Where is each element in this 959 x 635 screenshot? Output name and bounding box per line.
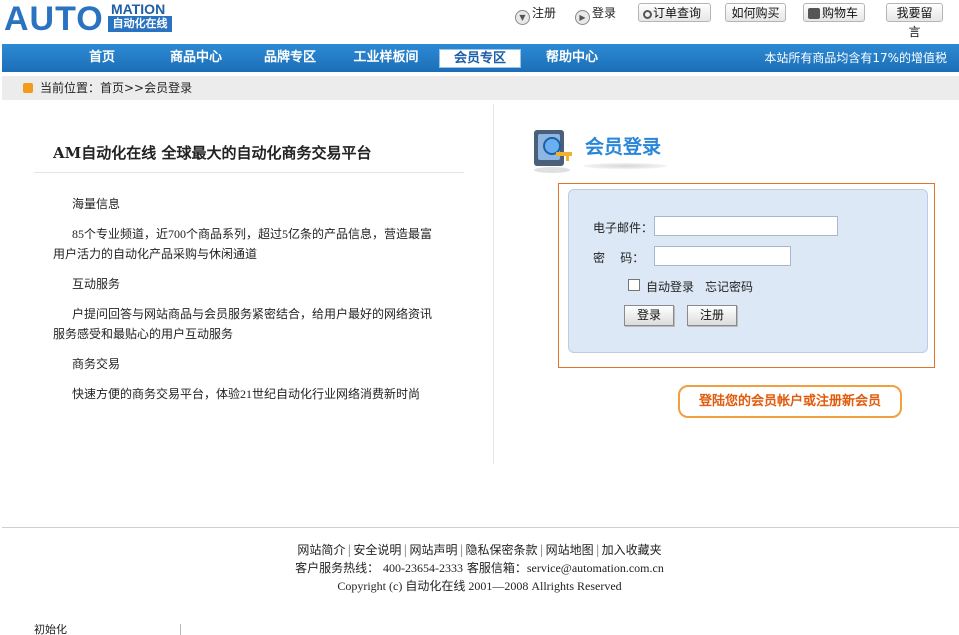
logo-main-text: AUTO	[4, 0, 104, 38]
login-link-label: 登录	[592, 6, 617, 20]
register-tip-button[interactable]: 登陆您的会员帐户或注册新会员	[678, 385, 902, 418]
arrow-down-icon: ▼	[515, 10, 530, 25]
footer-separator: |	[347, 543, 352, 557]
nav-item-products[interactable]: 商品中心	[164, 49, 228, 67]
nav-item-showroom[interactable]: 工业样板间	[346, 49, 426, 67]
footer-link-about[interactable]: 网站简介	[297, 543, 345, 557]
nav-item-help[interactable]: 帮助中心	[540, 49, 604, 67]
nav-item-home[interactable]: 首页	[82, 49, 122, 67]
section-body: 户提问回答与网站商品与会员服务紧密结合，给用户最好的网络资讯服务感受和最贴心的用…	[53, 307, 433, 341]
section-title: 商务交易	[72, 357, 121, 371]
nav-item-members[interactable]: 会员专区	[439, 49, 521, 68]
nav-item-brands[interactable]: 品牌专区	[258, 49, 322, 67]
title-shadow	[583, 163, 667, 169]
section-body: 85个专业频道，近700个商品系列，超过5亿条的产品信息，营造最富用户活力的自动…	[53, 227, 433, 261]
member-login-title: 会员登录	[585, 136, 662, 158]
password-label: 密 码：	[593, 251, 645, 265]
vat-notice: 本站所有商品均含有17%的增值税	[764, 51, 947, 65]
register-link[interactable]: ▼ 注册	[515, 4, 557, 25]
order-query-label: 订单查询	[653, 6, 702, 20]
logo-sub-text: MATION	[111, 1, 166, 17]
hotline-number: 400-23654-2333	[382, 561, 463, 575]
service-email[interactable]: service@automation.com.cn	[527, 561, 664, 575]
footer-separator: |	[595, 543, 600, 557]
footer-link-security[interactable]: 安全说明	[353, 543, 401, 557]
footer-links: 网站简介 | 安全说明 | 网站声明 | 隐私保密条款 | 网站地图 | 加入收藏夹	[0, 541, 959, 559]
how-to-buy-label: 如何购买	[731, 6, 780, 20]
login-panel	[568, 189, 928, 353]
logo-cn-text: 自动化在线	[108, 16, 172, 32]
member-key-icon	[530, 122, 576, 174]
register-link-label: 注册	[532, 6, 557, 20]
register-button[interactable]: 注册	[687, 305, 737, 326]
cropped-divider	[180, 624, 181, 635]
footer-divider	[2, 527, 959, 528]
arrow-right-icon: ▶	[575, 10, 590, 25]
intro-section: 互动服务 户提问回答与网站商品与会员服务紧密结合，给用户最好的网络资讯服务感受和…	[53, 274, 433, 344]
email-label: 电子邮件：	[593, 221, 654, 235]
footer-link-favorites[interactable]: 加入收藏夹	[602, 543, 662, 557]
auto-login-label: 自动登录	[646, 280, 695, 294]
hotline-label: 客户服务热线：	[295, 561, 380, 575]
section-body: 快速方便的商务交易平台，体验21世纪自动化行业网络消费新时尚	[72, 387, 421, 401]
cropped-text: 初始化	[34, 624, 67, 635]
password-field[interactable]	[654, 246, 791, 266]
email-field[interactable]	[654, 216, 838, 236]
section-title: 海量信息	[72, 197, 121, 211]
footer-separator: |	[459, 543, 464, 557]
main-nav: 首页 商品中心 品牌专区 工业样板间 会员专区 帮助中心 本站所有商品均含有17…	[2, 44, 959, 72]
headline-divider	[34, 172, 464, 173]
cart-label: 购物车	[822, 6, 859, 20]
footer-link-sitemap[interactable]: 网站地图	[546, 543, 594, 557]
footer-separator: |	[403, 543, 408, 557]
breadcrumb: 当前位置：首页>>会员登录	[2, 76, 959, 100]
site-logo[interactable]: AUTO MATION 自动化在线	[2, 0, 172, 38]
auto-login-checkbox[interactable]	[628, 279, 640, 291]
column-divider	[493, 104, 494, 464]
service-email-label: 客服信箱：	[466, 561, 527, 575]
cart-icon	[808, 8, 820, 19]
footer-separator: |	[539, 543, 544, 557]
how-to-buy-button[interactable]: 如何购买	[725, 3, 786, 22]
section-title: 互动服务	[72, 277, 121, 291]
footer-contact: 客户服务热线： 400-23654-2333 客服信箱：service@auto…	[0, 560, 959, 576]
copyright: Copyright (c) 自动化在线 2001—2008 Allrights …	[337, 579, 622, 593]
forgot-password-link[interactable]: 忘记密码	[705, 278, 753, 296]
intro-headline: AM自动化在线 全球最大的自动化商务交易平台	[53, 144, 372, 162]
breadcrumb-text: 当前位置：首页>>会员登录	[40, 81, 193, 95]
search-icon	[643, 10, 652, 19]
location-icon	[23, 83, 33, 93]
leave-message-button[interactable]: 我要留言	[886, 3, 943, 39]
footer-link-statement[interactable]: 网站声明	[409, 543, 457, 557]
intro-section: 海量信息 85个专业频道，近700个商品系列，超过5亿条的产品信息，营造最富用户…	[53, 194, 433, 264]
cart-button[interactable]: 购物车	[803, 3, 865, 22]
leave-message-label: 我要留言	[896, 6, 933, 39]
order-query-button[interactable]: 订单查询	[638, 3, 711, 22]
login-link[interactable]: ▶ 登录	[575, 4, 617, 25]
intro-section: 商务交易 快速方便的商务交易平台，体验21世纪自动化行业网络消费新时尚	[53, 354, 433, 404]
login-button[interactable]: 登录	[624, 305, 674, 326]
footer-link-privacy[interactable]: 隐私保密条款	[466, 543, 538, 557]
